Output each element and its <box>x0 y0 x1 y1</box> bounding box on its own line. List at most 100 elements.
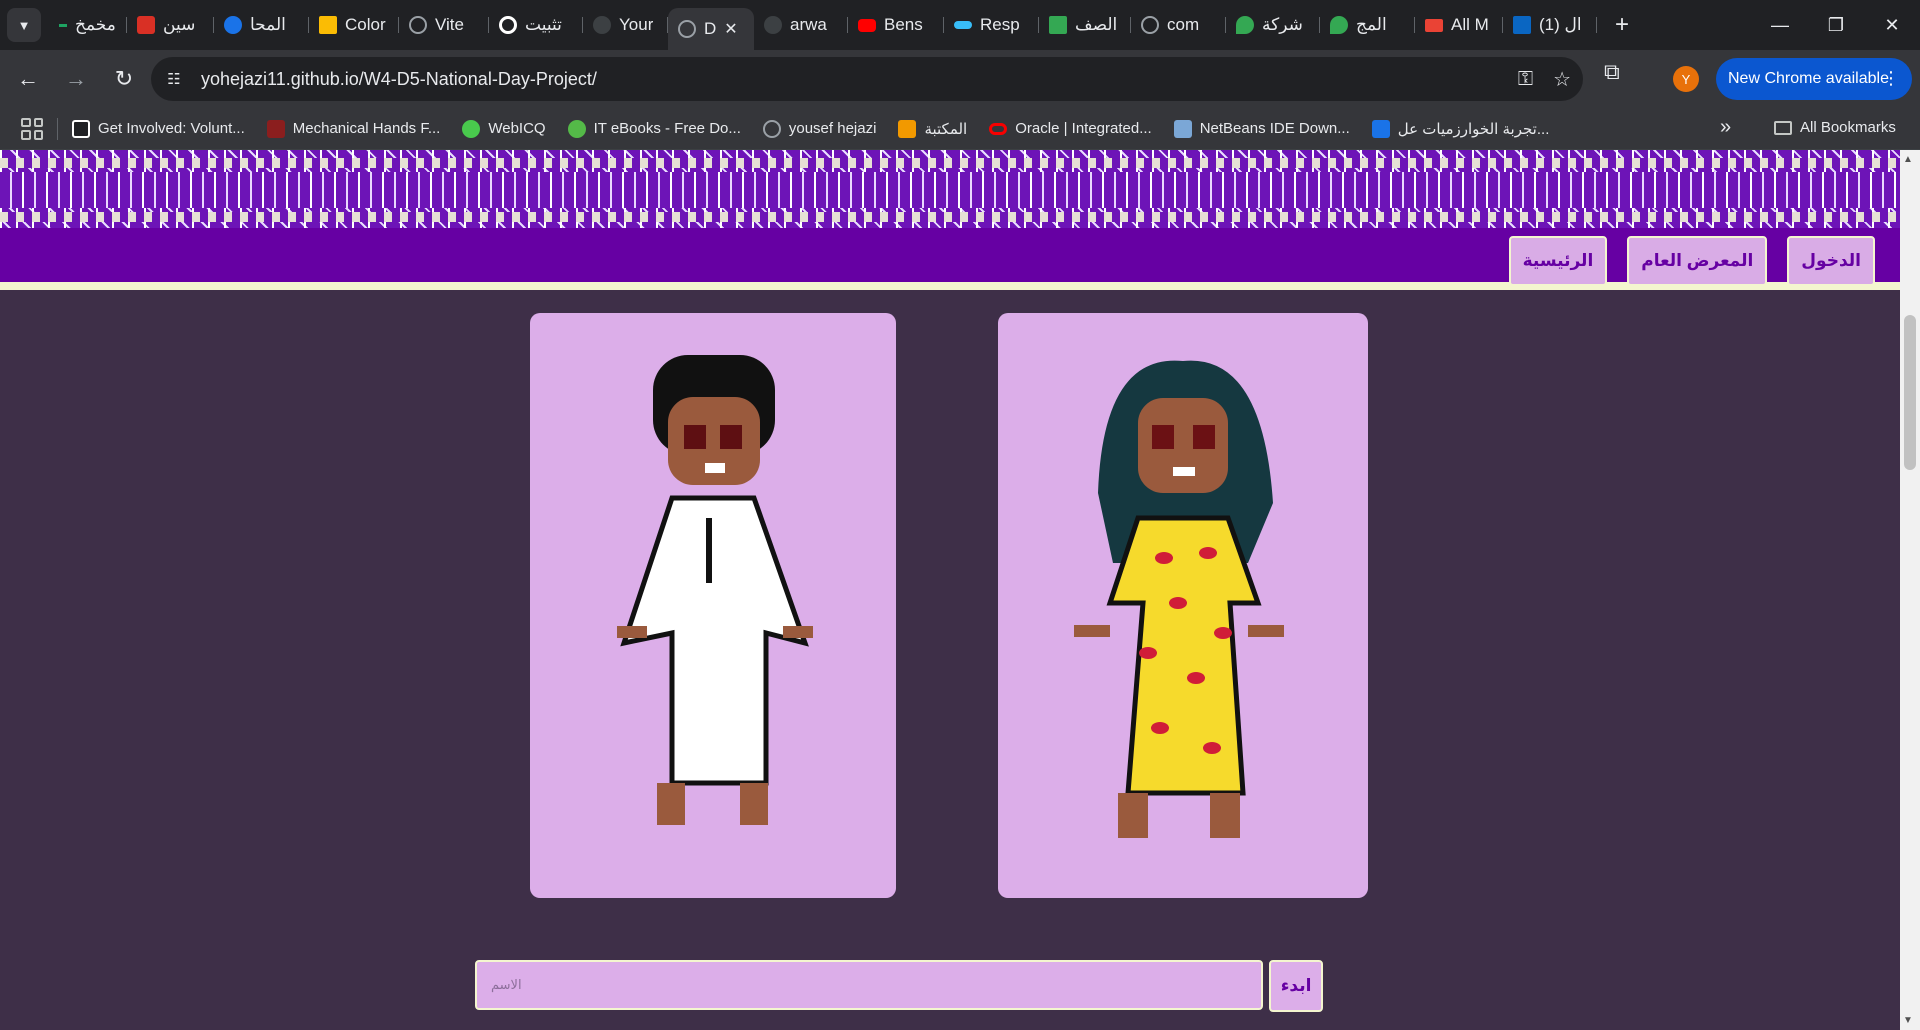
m-icon <box>72 119 90 138</box>
chrome-update-button[interactable]: New Chrome available ⋮ <box>1716 58 1912 100</box>
oracle-icon <box>989 122 1008 135</box>
globe-icon <box>678 20 696 38</box>
flag-icon <box>319 16 337 34</box>
tab[interactable]: Resp <box>944 5 1039 45</box>
sheets-icon <box>1049 16 1067 34</box>
scrollbar-thumb[interactable] <box>1904 315 1916 470</box>
tab[interactable]: المحا <box>214 5 309 45</box>
bookmark-item[interactable]: NetBeans IDE Down... <box>1173 119 1350 138</box>
forward-button[interactable]: → <box>56 59 96 99</box>
update-label: New Chrome available <box>1728 70 1889 87</box>
boy-character-card[interactable] <box>530 313 896 898</box>
chevron-down-icon: ▼ <box>17 17 31 33</box>
page-scrollbar[interactable]: ▲ ▼ <box>1900 150 1920 1030</box>
tab-active[interactable]: D ✕ <box>668 8 754 50</box>
bookmark-item[interactable]: WebICQ <box>462 119 546 138</box>
bookmark-item[interactable]: تجربة الخوارزميات عل... <box>1371 119 1549 138</box>
close-window-icon[interactable]: ✕ <box>1864 0 1920 50</box>
site-info-button[interactable]: ☷ <box>157 62 191 96</box>
tab[interactable]: arwa <box>754 5 848 45</box>
blue-circle-icon <box>224 16 242 34</box>
tune-icon: ☷ <box>167 71 181 88</box>
bookmark-item[interactable]: IT eBooks - Free Do... <box>567 119 741 138</box>
girl-character-image <box>1074 360 1284 838</box>
library-icon <box>898 119 917 138</box>
maps-pin-icon <box>1330 16 1348 34</box>
scroll-up-icon[interactable]: ▲ <box>1903 154 1913 165</box>
github-icon <box>764 16 782 34</box>
back-button[interactable]: ← <box>8 59 48 99</box>
tab[interactable]: شركة <box>1226 5 1320 45</box>
youtube-icon <box>858 18 876 32</box>
tab[interactable]: المج <box>1320 5 1415 45</box>
girl-character-card[interactable] <box>998 313 1368 898</box>
name-form: الاسم ابدء <box>475 960 1323 1012</box>
bookmark-item[interactable]: Mechanical Hands F... <box>266 119 440 138</box>
globe-icon <box>409 16 427 34</box>
chevron-right-double-icon[interactable]: » <box>1720 116 1731 139</box>
page-viewport: الرئيسية المعرض العام الدخول الاسم ابدء … <box>0 150 1920 1030</box>
linkedin-icon <box>1513 16 1531 34</box>
home-button[interactable]: الرئيسية <box>1508 236 1608 286</box>
sadu-pattern-banner <box>0 150 1900 228</box>
tab[interactable]: مخمخ <box>49 5 127 45</box>
apps-grid-icon[interactable] <box>21 117 43 140</box>
arabic-logo-icon <box>137 16 155 34</box>
navbar-buttons: الرئيسية المعرض العام الدخول <box>1508 236 1875 286</box>
tab[interactable]: Color <box>309 5 399 45</box>
bookmarks-separator <box>57 117 58 140</box>
tab[interactable]: الصف <box>1039 5 1131 45</box>
tab[interactable]: Your <box>583 5 668 45</box>
tab[interactable]: All M <box>1415 5 1503 45</box>
reload-button[interactable]: ↻ <box>104 59 144 99</box>
login-button[interactable]: الدخول <box>1787 236 1875 286</box>
all-bookmarks-button[interactable]: All Bookmarks <box>1774 119 1896 136</box>
key-icon[interactable]: ⚿ <box>1518 68 1533 91</box>
netbeans-icon <box>1173 119 1192 138</box>
globe-icon <box>762 119 781 138</box>
close-icon[interactable]: ✕ <box>724 19 737 39</box>
bookmark-item[interactable]: Get Involved: Volunt... <box>72 119 245 138</box>
tab[interactable]: Vite <box>399 5 489 45</box>
tailwind-icon <box>954 21 972 29</box>
bookmark-item[interactable]: yousef hejazi <box>762 119 876 138</box>
site-navbar: الرئيسية المعرض العام الدخول <box>0 228 1900 290</box>
h-icon <box>1371 119 1390 138</box>
red-hand-icon <box>266 119 285 138</box>
star-icon[interactable]: ☆ <box>1553 67 1571 92</box>
start-button[interactable]: ابدء <box>1269 960 1323 1012</box>
bookmark-item[interactable]: المكتبة <box>898 119 967 138</box>
tab[interactable]: تثبيت <box>489 5 583 45</box>
forward-arrow-icon: → <box>65 66 87 91</box>
more-vert-icon[interactable]: ⋮ <box>1882 68 1900 89</box>
green-dot-icon <box>59 23 67 27</box>
extensions-icon[interactable]: ⧉ <box>1604 59 1620 85</box>
bookmark-item[interactable]: Oracle | Integrated... <box>989 120 1152 137</box>
gallery-button[interactable]: المعرض العام <box>1627 236 1768 286</box>
maps-pin-icon <box>1236 16 1254 34</box>
flower-icon <box>462 119 481 138</box>
avatar[interactable]: Y <box>1673 66 1699 92</box>
back-arrow-icon: ← <box>17 66 39 91</box>
tab-search-button[interactable]: ▼ <box>7 8 41 42</box>
tab[interactable]: Bens <box>848 5 944 45</box>
reload-icon: ↻ <box>114 66 134 91</box>
tab[interactable]: (1) ال <box>1503 5 1597 45</box>
scroll-down-icon[interactable]: ▼ <box>1903 1015 1913 1026</box>
bookmarks-bar: Get Involved: Volunt... Mechanical Hands… <box>0 108 1920 150</box>
new-tab-button[interactable]: + <box>1615 11 1629 39</box>
tab-list: مخمخ سين المحا Color Vite تثبيت Your D ✕ … <box>49 0 1629 50</box>
folder-icon <box>1774 120 1792 135</box>
name-input[interactable]: الاسم <box>475 960 1264 1010</box>
gmail-icon <box>1425 18 1443 32</box>
url-text[interactable]: yohejazi11.github.io/W4-D5-National-Day-… <box>201 69 597 90</box>
tab[interactable]: سين <box>127 5 214 45</box>
restore-icon[interactable]: ❐ <box>1808 0 1864 50</box>
github-icon <box>593 16 611 34</box>
address-bar[interactable]: ☷ yohejazi11.github.io/W4-D5-National-Da… <box>151 57 1583 101</box>
browser-toolbar: ← → ↻ ☷ yohejazi11.github.io/W4-D5-Natio… <box>0 50 1920 108</box>
tab[interactable]: com <box>1131 5 1226 45</box>
minimize-icon[interactable]: — <box>1752 0 1808 50</box>
tab-strip: ▼ مخمخ سين المحا Color Vite تثبيت Your D… <box>0 0 1920 50</box>
pattern-band <box>0 172 1900 208</box>
